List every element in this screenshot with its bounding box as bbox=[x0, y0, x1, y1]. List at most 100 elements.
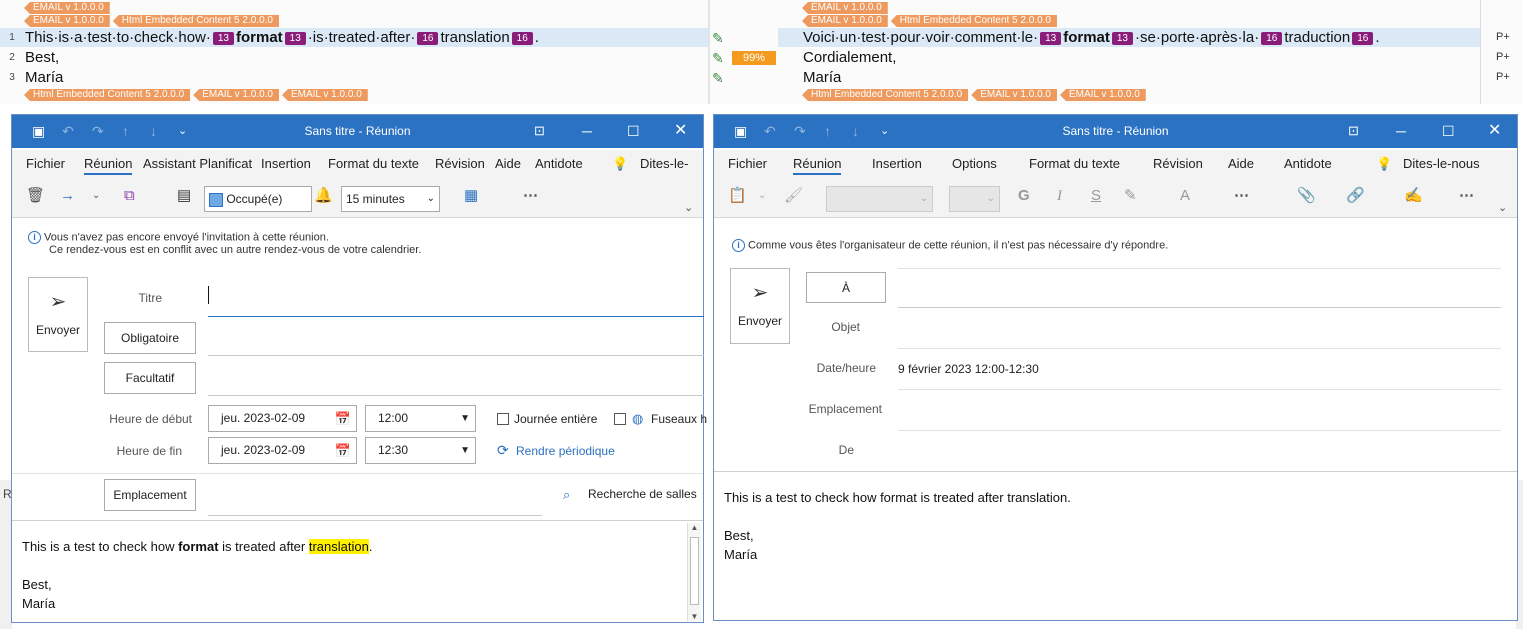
attach-icon[interactable]: 📎 bbox=[1297, 186, 1316, 206]
to-button[interactable]: À bbox=[806, 272, 886, 303]
font-select[interactable]: ⌄ bbox=[826, 186, 933, 212]
required-attendees-button[interactable]: Obligatoire bbox=[104, 322, 196, 354]
required-attendees-input[interactable] bbox=[208, 355, 704, 356]
edit-pencil-icon[interactable]: ✎ bbox=[712, 30, 728, 46]
end-date-picker[interactable]: jeu. 2023-02-09 📅 bbox=[208, 437, 357, 464]
chevron-down-icon[interactable]: ⌄ bbox=[758, 186, 766, 206]
tell-me[interactable]: Dites-le-nous bbox=[1403, 156, 1480, 171]
tab-fichier[interactable]: Fichier bbox=[728, 156, 767, 171]
timezones-checkbox[interactable] bbox=[614, 413, 626, 425]
tab-insertion[interactable]: Insertion bbox=[872, 156, 922, 171]
recurrence-link[interactable]: Rendre périodique bbox=[516, 444, 615, 458]
from-label: De bbox=[838, 443, 854, 457]
reminder-select[interactable]: 15 minutes ⌄ bbox=[341, 186, 440, 212]
start-time-select[interactable]: 12:00 ▼ bbox=[365, 405, 476, 432]
tab-options[interactable]: Options bbox=[952, 156, 997, 171]
scroll-up-icon[interactable]: ▲ bbox=[688, 523, 701, 532]
edit-pencil-icon[interactable]: ✎ bbox=[712, 70, 728, 86]
body-line-2: Best, bbox=[724, 528, 754, 543]
ribbon-display-icon[interactable]: ⊡ bbox=[534, 123, 545, 139]
tab-aide[interactable]: Aide bbox=[1228, 156, 1254, 171]
subject-label: Objet bbox=[831, 320, 860, 334]
close-icon[interactable]: ✕ bbox=[674, 123, 687, 139]
maximize-icon[interactable]: ☐ bbox=[1442, 123, 1455, 139]
font-size-select[interactable]: ⌄ bbox=[949, 186, 1000, 212]
busy-status-select[interactable]: Occupé(e) bbox=[204, 186, 312, 212]
target-segment-1[interactable]: Voici·un·test·pour·voir·comment·le· 13 for… bbox=[803, 28, 1380, 47]
underline-icon[interactable]: S bbox=[1091, 186, 1101, 206]
font-color-icon[interactable]: A bbox=[1180, 186, 1190, 206]
minimize-icon[interactable]: ─ bbox=[1396, 123, 1406, 139]
optional-attendees-button[interactable]: Facultatif bbox=[104, 362, 196, 394]
forward-icon[interactable]: → bbox=[60, 186, 75, 206]
link-icon[interactable]: 🔗 bbox=[1346, 186, 1365, 206]
more-icon[interactable]: ⋯ bbox=[1459, 186, 1474, 206]
ribbon-display-icon[interactable]: ⊡ bbox=[1348, 123, 1359, 139]
bold-icon[interactable]: G bbox=[1018, 186, 1030, 206]
bell-icon: 🔔 bbox=[314, 187, 333, 204]
tab-antidote[interactable]: Antidote bbox=[535, 156, 583, 171]
teams-icon[interactable]: ⧉ bbox=[124, 186, 135, 206]
paste-icon[interactable]: 📋 bbox=[728, 186, 747, 206]
more-icon[interactable]: ⋯ bbox=[523, 186, 538, 206]
calendar-icon: 📅 bbox=[334, 443, 351, 458]
tab-assistant[interactable]: Assistant Planificat bbox=[143, 156, 252, 171]
location-button[interactable]: Emplacement bbox=[104, 479, 196, 511]
tab-reunion[interactable]: Réunion bbox=[84, 156, 133, 175]
body-scrollbar[interactable]: ▲ ▼ bbox=[687, 523, 701, 621]
collapse-ribbon-icon[interactable]: ⌄ bbox=[1498, 198, 1507, 218]
target-segment-2[interactable]: Cordialement, bbox=[803, 48, 896, 67]
to-input[interactable] bbox=[898, 307, 1501, 308]
tag: EMAIL v 1.0.0.0 bbox=[24, 15, 110, 27]
message-body[interactable]: This is a test to check how format is tr… bbox=[724, 488, 1484, 564]
message-body[interactable]: This is a test to check how format is tr… bbox=[22, 537, 682, 613]
signature-icon[interactable]: ✍ bbox=[1404, 186, 1423, 206]
all-day-label: Journée entière bbox=[514, 412, 598, 426]
tell-me[interactable]: Dites-le- bbox=[640, 156, 688, 171]
chevron-down-icon: ▼ bbox=[460, 413, 470, 424]
show-as-icon: ▤ bbox=[177, 187, 192, 204]
close-icon[interactable]: ✕ bbox=[1488, 123, 1501, 139]
minimize-icon[interactable]: ─ bbox=[582, 123, 592, 139]
chevron-down-icon[interactable]: ⌄ bbox=[92, 186, 100, 206]
tab-aide[interactable]: Aide bbox=[495, 156, 521, 171]
placeholder-tag: 16 bbox=[417, 31, 439, 45]
tab-reunion[interactable]: Réunion bbox=[793, 156, 842, 175]
format-painter-icon[interactable]: 🖌 bbox=[784, 186, 803, 206]
optional-attendees-input[interactable] bbox=[208, 395, 704, 396]
target-segment-3[interactable]: María bbox=[803, 68, 841, 87]
delete-icon[interactable]: 🗑 bbox=[26, 186, 45, 206]
categorize-icon[interactable]: ▦ bbox=[464, 186, 478, 206]
datetime-line bbox=[898, 389, 1501, 390]
edit-pencil-icon[interactable]: ✎ bbox=[712, 50, 728, 66]
source-segment-2[interactable]: Best, bbox=[25, 48, 59, 67]
start-date-picker[interactable]: jeu. 2023-02-09 📅 bbox=[208, 405, 357, 432]
ribbon: 📋 ⌄ 🖌 ⌄ ⌄ G I S ✎ A ⋯ 📎 🔗 ✍ ⋯ ⌄ bbox=[714, 178, 1517, 218]
highlight-icon[interactable]: ✎ bbox=[1124, 186, 1137, 206]
location-input[interactable] bbox=[208, 515, 542, 516]
recurrence-icon: ⟳ bbox=[497, 442, 509, 458]
scroll-down-icon[interactable]: ▼ bbox=[688, 612, 701, 621]
source-segment-3[interactable]: María bbox=[25, 68, 63, 87]
scroll-thumb[interactable] bbox=[690, 537, 699, 605]
tab-fichier[interactable]: Fichier bbox=[26, 156, 65, 171]
all-day-checkbox[interactable] bbox=[497, 413, 509, 425]
tab-revision[interactable]: Révision bbox=[435, 156, 485, 171]
tab-format-texte[interactable]: Format du texte bbox=[328, 156, 419, 171]
italic-icon[interactable]: I bbox=[1057, 186, 1062, 206]
maximize-icon[interactable]: ☐ bbox=[627, 123, 640, 139]
body-line-3: María bbox=[22, 596, 56, 611]
tab-format-texte[interactable]: Format du texte bbox=[1029, 156, 1120, 171]
source-segment-1[interactable]: This·is·a·test·to·check·how· 13 format 13 ·i… bbox=[25, 28, 539, 47]
tab-revision[interactable]: Révision bbox=[1153, 156, 1203, 171]
send-button[interactable]: ➢ Envoyer bbox=[730, 268, 790, 344]
end-time-select[interactable]: 12:30 ▼ bbox=[365, 437, 476, 464]
collapse-ribbon-icon[interactable]: ⌄ bbox=[684, 198, 693, 218]
tab-insertion[interactable]: Insertion bbox=[261, 156, 311, 171]
send-button[interactable]: ➢ Envoyer bbox=[28, 277, 88, 352]
title-input[interactable] bbox=[208, 316, 704, 317]
tab-antidote[interactable]: Antidote bbox=[1284, 156, 1332, 171]
info-icon: i bbox=[28, 231, 41, 244]
more-icon[interactable]: ⋯ bbox=[1234, 186, 1249, 206]
room-finder-link[interactable]: Recherche de salles bbox=[588, 487, 697, 501]
